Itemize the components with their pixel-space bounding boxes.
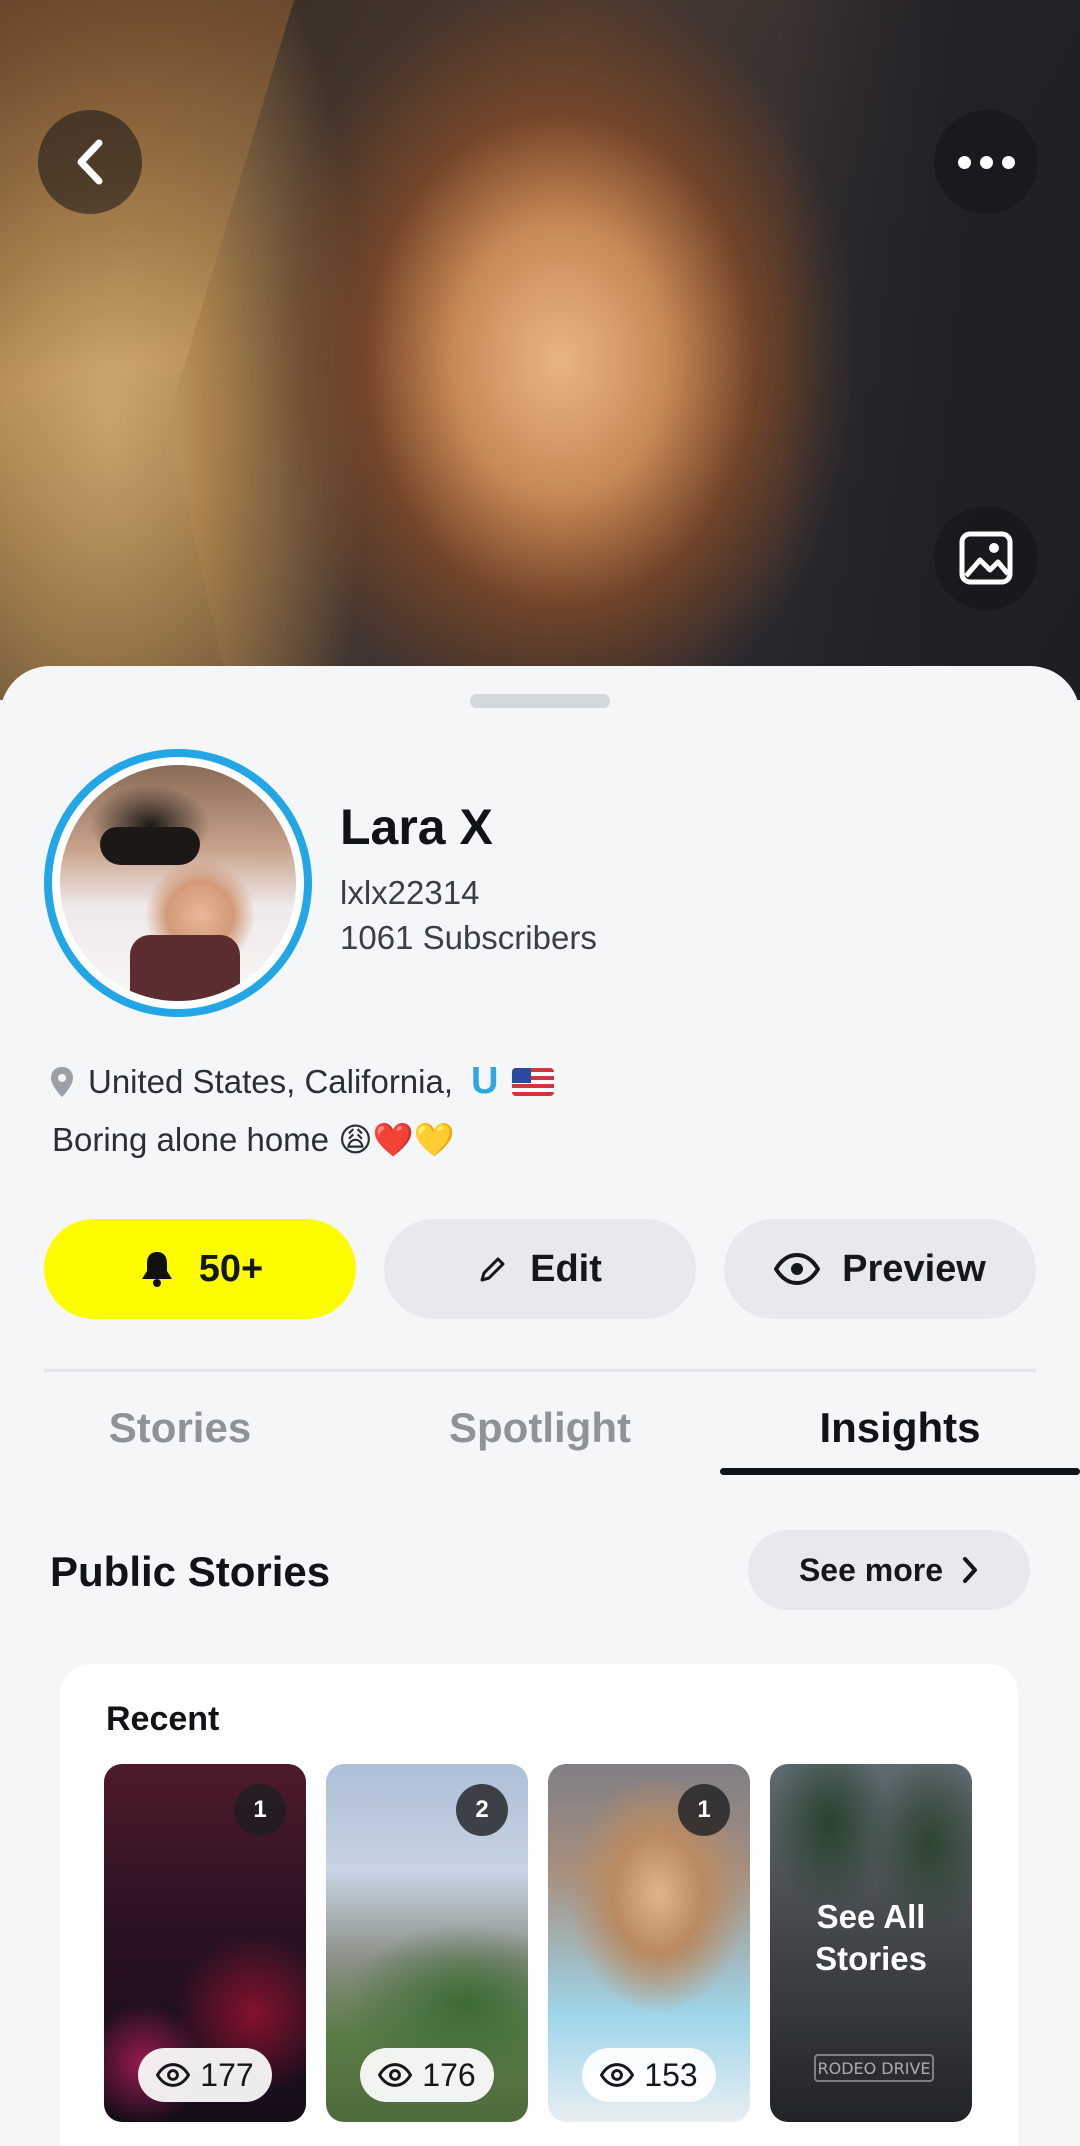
public-stories-title: Public Stories [50, 1548, 331, 1595]
recent-label: Recent [106, 1700, 220, 1738]
pencil-icon [480, 1257, 505, 1282]
story-thumbnail[interactable]: 1 177 [104, 1764, 306, 2122]
eye-icon [600, 2063, 635, 2087]
profile-bio: Boring alone home 😩❤️💛 [52, 1121, 455, 1158]
eye-icon [156, 2063, 191, 2087]
story-thumbnail[interactable]: 2 176 [326, 1764, 528, 2122]
see-more-label: See more [798, 1551, 944, 1588]
story-views-count: 153 [644, 2056, 698, 2093]
story-count-badge: 2 [456, 1784, 508, 1836]
eye-icon [378, 2063, 413, 2087]
chevron-left-icon [77, 139, 103, 185]
location-text: United States, California, [88, 1062, 454, 1100]
location-row: United States, California, U [50, 1060, 555, 1103]
map-pin-icon [51, 1066, 73, 1097]
tab-stories[interactable]: Stories [60, 1388, 300, 1468]
preview-button[interactable]: Preview [724, 1219, 1036, 1319]
see-all-stories-label: See All Stories [815, 1898, 927, 1977]
change-photo-button[interactable] [934, 506, 1038, 610]
tab-insights[interactable]: Insights [720, 1388, 1080, 1468]
active-tab-indicator [720, 1468, 1080, 1475]
edit-label: Edit [530, 1247, 602, 1290]
recent-stories-card: Recent 1 177 2 176 1 153 See All Stories… [60, 1664, 1018, 2146]
story-views: 153 [582, 2048, 716, 2102]
subscriber-count: 1061 Subscribers [340, 919, 597, 956]
story-count-badge: 1 [678, 1784, 730, 1836]
tab-spotlight[interactable]: Spotlight [400, 1388, 680, 1468]
story-views: 177 [138, 2048, 272, 2102]
us-flag-icon [512, 1067, 555, 1096]
thumbnail-sign-text: RODEO DRIVE [814, 2054, 934, 2082]
profile-cover-photo [0, 0, 1080, 700]
sheet-drag-handle[interactable] [470, 694, 610, 708]
story-thumbnails: 1 177 2 176 1 153 See All Stories RODEO … [104, 1764, 972, 2122]
more-options-button[interactable] [934, 110, 1038, 214]
eye-icon [774, 1253, 821, 1285]
story-thumbnail[interactable]: 1 153 [548, 1764, 750, 2122]
divider [44, 1369, 1036, 1372]
bell-icon [141, 1252, 172, 1287]
profile-screen: Lara X lxlx22314 1061 Subscribers United… [0, 0, 1080, 2146]
back-button[interactable] [38, 110, 142, 214]
story-views-count: 177 [200, 2056, 254, 2093]
see-more-button[interactable]: See more [748, 1530, 1030, 1610]
profile-actions: 50+ Edit Preview [44, 1219, 1036, 1319]
more-horizontal-icon [957, 155, 1015, 169]
avatar[interactable] [44, 749, 312, 1017]
profile-username: lxlx22314 [340, 874, 480, 911]
notifications-button[interactable]: 50+ [44, 1219, 356, 1319]
profile-tabs: Stories Spotlight Insights [0, 1388, 1080, 1478]
story-views: 176 [360, 2048, 494, 2102]
chevron-right-icon [963, 1557, 978, 1583]
preview-label: Preview [842, 1247, 986, 1290]
location-badge: U [471, 1060, 499, 1102]
profile-sheet: Lara X lxlx22314 1061 Subscribers United… [0, 666, 1080, 2146]
see-all-stories-button[interactable]: See All Stories RODEO DRIVE [770, 1764, 972, 2122]
notifications-count: 50+ [198, 1247, 264, 1290]
edit-button[interactable]: Edit [384, 1219, 696, 1319]
story-count-badge: 1 [234, 1784, 286, 1836]
avatar-image [60, 765, 296, 1001]
profile-name: Lara X [340, 799, 493, 855]
image-icon [959, 531, 1013, 585]
story-views-count: 176 [422, 2056, 476, 2093]
